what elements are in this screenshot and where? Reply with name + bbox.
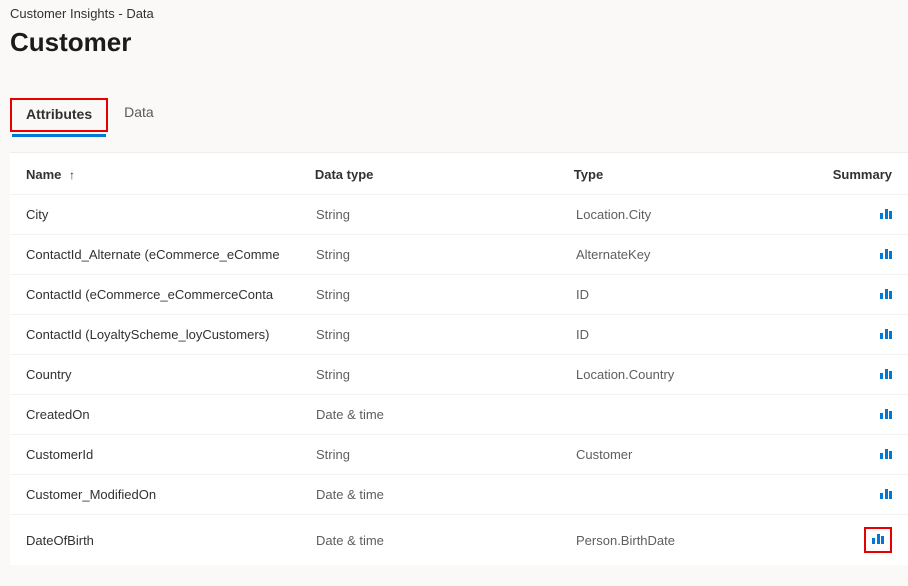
table-row[interactable]: CountryStringLocation.Country bbox=[10, 354, 908, 394]
tab-data-label: Data bbox=[124, 104, 154, 120]
cell-summary bbox=[836, 487, 892, 502]
cell-name: ContactId (eCommerce_eCommerceConta bbox=[26, 287, 316, 302]
breadcrumb: Customer Insights - Data bbox=[10, 6, 908, 21]
cell-datatype: String bbox=[316, 327, 576, 342]
cell-name: Customer_ModifiedOn bbox=[26, 487, 316, 502]
table-row[interactable]: Customer_ModifiedOnDate & time bbox=[10, 474, 908, 514]
col-header-name-label: Name bbox=[26, 167, 61, 182]
cell-datatype: Date & time bbox=[316, 533, 576, 548]
sort-asc-icon: ↑ bbox=[69, 168, 75, 182]
bar-chart-icon[interactable] bbox=[880, 447, 892, 459]
cell-type: Person.BirthDate bbox=[576, 533, 836, 548]
cell-name: Country bbox=[26, 367, 316, 382]
attributes-panel: Name ↑ Data type Type Summary CityString… bbox=[10, 152, 908, 565]
col-header-datatype[interactable]: Data type bbox=[315, 167, 574, 182]
col-header-summary-label: Summary bbox=[833, 167, 892, 182]
cell-type: ID bbox=[576, 287, 836, 302]
cell-name: City bbox=[26, 207, 316, 222]
bar-chart-icon[interactable] bbox=[880, 407, 892, 419]
cell-datatype: String bbox=[316, 207, 576, 222]
table-row[interactable]: CreatedOnDate & time bbox=[10, 394, 908, 434]
cell-summary bbox=[836, 367, 892, 382]
cell-type: Location.City bbox=[576, 207, 836, 222]
col-header-type[interactable]: Type bbox=[574, 167, 833, 182]
bar-chart-icon[interactable] bbox=[880, 487, 892, 499]
cell-type: ID bbox=[576, 327, 836, 342]
cell-name: ContactId (LoyaltyScheme_loyCustomers) bbox=[26, 327, 316, 342]
cell-datatype: Date & time bbox=[316, 407, 576, 422]
bar-chart-icon[interactable] bbox=[880, 247, 892, 259]
cell-datatype: String bbox=[316, 447, 576, 462]
cell-type: Location.Country bbox=[576, 367, 836, 382]
tab-data[interactable]: Data bbox=[108, 98, 168, 132]
table-header: Name ↑ Data type Type Summary bbox=[10, 153, 908, 194]
col-header-type-label: Type bbox=[574, 167, 603, 182]
table-row[interactable]: CustomerIdStringCustomer bbox=[10, 434, 908, 474]
cell-name: CreatedOn bbox=[26, 407, 316, 422]
bar-chart-icon[interactable] bbox=[880, 287, 892, 299]
cell-summary bbox=[836, 407, 892, 422]
tabs: Attributes Data bbox=[10, 98, 908, 132]
summary-highlight bbox=[864, 527, 892, 553]
table-row[interactable]: DateOfBirthDate & timePerson.BirthDate bbox=[10, 514, 908, 565]
table-row[interactable]: CityStringLocation.City bbox=[10, 194, 908, 234]
tab-attributes[interactable]: Attributes bbox=[10, 98, 108, 132]
cell-type: Customer bbox=[576, 447, 836, 462]
cell-datatype: String bbox=[316, 247, 576, 262]
cell-datatype: String bbox=[316, 367, 576, 382]
col-header-datatype-label: Data type bbox=[315, 167, 374, 182]
cell-summary bbox=[836, 247, 892, 262]
cell-summary bbox=[836, 327, 892, 342]
cell-name: CustomerId bbox=[26, 447, 316, 462]
tab-attributes-label: Attributes bbox=[26, 106, 92, 122]
bar-chart-icon[interactable] bbox=[880, 327, 892, 339]
bar-chart-icon[interactable] bbox=[880, 207, 892, 219]
cell-datatype: Date & time bbox=[316, 487, 576, 502]
cell-summary bbox=[836, 447, 892, 462]
cell-summary bbox=[836, 207, 892, 222]
cell-name: ContactId_Alternate (eCommerce_eComme bbox=[26, 247, 316, 262]
col-header-summary[interactable]: Summary bbox=[833, 167, 892, 182]
bar-chart-icon[interactable] bbox=[880, 367, 892, 379]
page-title: Customer bbox=[10, 27, 908, 58]
cell-datatype: String bbox=[316, 287, 576, 302]
col-header-name[interactable]: Name ↑ bbox=[26, 167, 315, 182]
cell-type: AlternateKey bbox=[576, 247, 836, 262]
attributes-table: Name ↑ Data type Type Summary CityString… bbox=[10, 153, 908, 565]
cell-name: DateOfBirth bbox=[26, 533, 316, 548]
cell-summary bbox=[836, 527, 892, 553]
table-row[interactable]: ContactId (eCommerce_eCommerceContaStrin… bbox=[10, 274, 908, 314]
cell-summary bbox=[836, 287, 892, 302]
table-row[interactable]: ContactId_Alternate (eCommerce_eCommeStr… bbox=[10, 234, 908, 274]
table-row[interactable]: ContactId (LoyaltyScheme_loyCustomers)St… bbox=[10, 314, 908, 354]
bar-chart-icon[interactable] bbox=[872, 532, 884, 544]
